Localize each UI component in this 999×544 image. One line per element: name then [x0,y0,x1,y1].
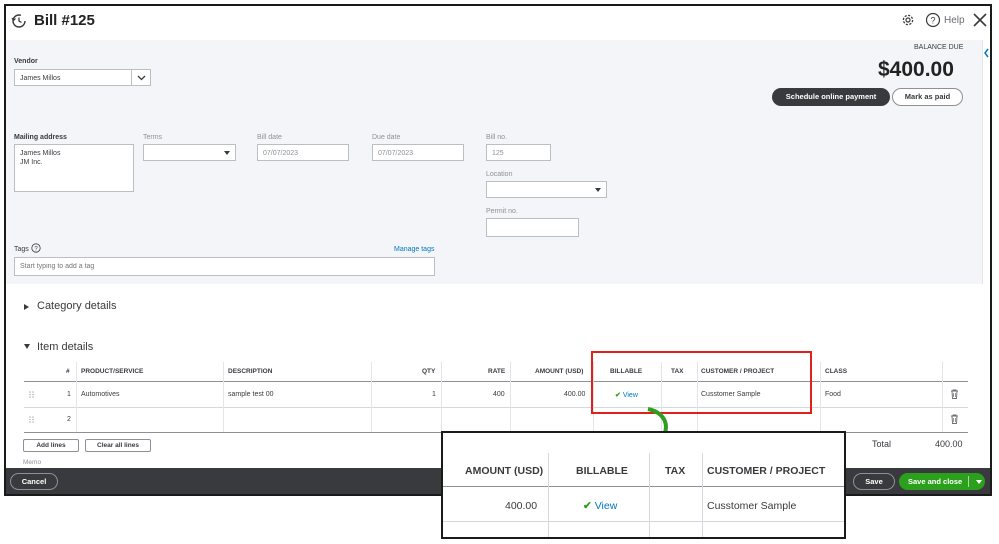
tags-input[interactable] [14,257,435,276]
amount-cell[interactable]: 400.00 [564,391,585,398]
vendor-label: Vendor [14,58,38,65]
help-icon[interactable]: ? [925,12,941,28]
schedule-online-payment-button[interactable]: Schedule online payment [772,88,890,106]
column-header-description: DESCRIPTION [228,368,273,375]
mailing-address-field[interactable]: James Millos JM Inc. [14,144,134,192]
bill-date-label: Bill date [257,134,282,141]
qty-cell[interactable]: 1 [432,391,436,398]
item-details-toggle[interactable]: Item details [37,341,93,353]
save-and-close-button[interactable]: Save and close [899,473,985,490]
save-options-caret-icon[interactable] [976,480,982,484]
permit-no-field[interactable] [486,218,579,237]
tags-label: Tags [14,246,29,253]
row-number: 1 [67,391,71,398]
total-label: Total [872,439,892,449]
mark-as-paid-button[interactable]: Mark as paid [892,88,963,106]
close-icon[interactable] [972,12,988,28]
manage-tags-link[interactable]: Manage tags [394,246,434,253]
terms-select[interactable] [143,144,236,161]
bill-no-field[interactable]: 125 [486,144,551,161]
product-cell[interactable]: Automotives [81,391,120,398]
bill-no-label: Bill no. [486,134,508,141]
save-button[interactable]: Save [853,473,895,490]
zoom-header-tax: TAX [665,465,686,477]
drag-handle-icon[interactable] [29,391,35,398]
column-header-qty: QTY [422,368,436,375]
highlight-annotation [591,351,812,414]
terms-caret-icon[interactable] [224,151,230,155]
due-date-label: Due date [372,134,401,141]
location-label: Location [486,171,513,178]
side-panel-toggle[interactable] [982,40,990,284]
balance-due-amount: $400.00 [878,58,954,81]
total-amount: 400.00 [935,439,963,449]
help-label[interactable]: Help [944,15,965,26]
column-header-product: PRODUCT/SERVICE [81,368,144,375]
gear-icon[interactable] [900,12,916,28]
info-icon[interactable]: ? [31,243,41,253]
bill-date-field[interactable]: 07/07/2023 [257,144,349,161]
category-details-toggle[interactable]: Category details [37,300,117,312]
clear-all-lines-button[interactable]: Clear all lines [85,439,151,452]
column-header-rate: RATE [488,368,506,375]
zoom-amount-cell: 400.00 [505,500,538,512]
vendor-dropdown-button[interactable] [131,69,151,86]
chevron-down-icon [137,75,146,81]
page-title: Bill #125 [34,12,95,29]
bill-window: Bill #125 ? Help Vendor James Millos BAL… [4,4,992,496]
expand-arrow-icon[interactable] [24,304,29,310]
class-cell[interactable]: Food [825,391,841,398]
location-select[interactable] [486,181,607,198]
save-and-close-label: Save and close [908,477,963,486]
cancel-button[interactable]: Cancel [10,473,58,490]
memo-label: Memo [23,459,42,466]
drag-handle-icon[interactable] [29,416,35,423]
terms-label: Terms [143,134,163,141]
zoom-header-amount: AMOUNT (USD) [465,465,544,477]
zoom-header-customer: CUSTOMER / PROJECT [707,465,826,477]
zoom-view-link[interactable]: View [595,500,618,512]
title-bar: Bill #125 ? Help [6,6,990,40]
collapse-arrow-icon[interactable] [24,344,30,349]
chevron-left-icon[interactable] [983,48,990,58]
bill-header-panel [6,40,982,284]
check-icon: ✔ [583,500,592,512]
add-lines-button[interactable]: Add lines [23,439,79,452]
mailing-address-label: Mailing address [14,134,67,141]
zoom-callout: AMOUNT (USD) BILLABLE TAX CUSTOMER / PRO… [441,431,846,539]
description-cell[interactable]: sample test 00 [228,391,274,398]
split-divider [968,476,969,487]
column-header-num: # [66,368,70,375]
location-caret-icon[interactable] [595,188,601,192]
permit-no-label: Permit no. [486,208,518,215]
trash-icon[interactable] [950,414,959,424]
svg-text:?: ? [930,16,935,26]
row-number: 2 [67,416,71,423]
column-header-class: CLASS [825,368,848,375]
vendor-select[interactable]: James Millos [14,69,132,86]
trash-icon[interactable] [950,389,959,399]
column-header-amount: AMOUNT (USD) [535,368,584,375]
recent-transactions-icon[interactable] [11,13,27,29]
zoom-header-billable: BILLABLE [576,465,628,477]
rate-cell[interactable]: 400 [493,391,505,398]
due-date-field[interactable]: 07/07/2023 [372,144,464,161]
zoom-billable-cell: ✔ View [583,500,617,512]
zoom-customer-cell: Cusstomer Sample [707,500,797,512]
balance-due-label: BALANCE DUE [914,44,964,51]
